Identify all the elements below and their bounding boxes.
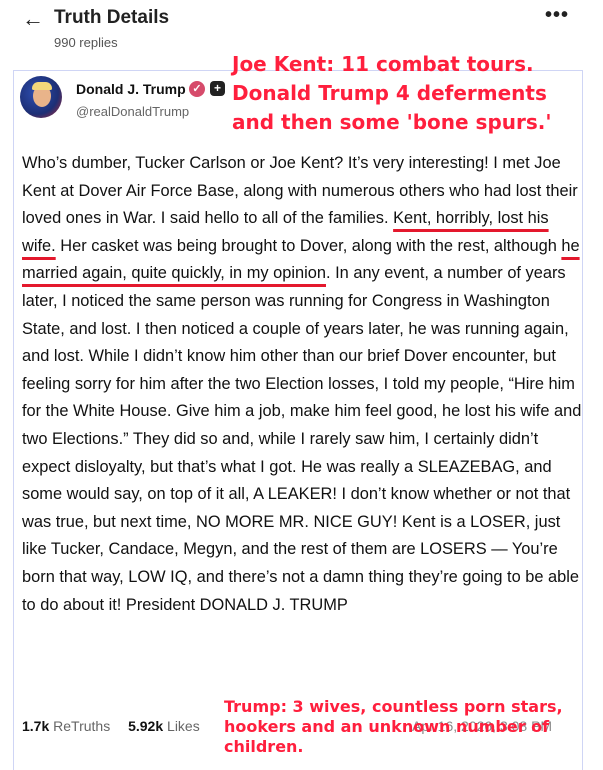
plus-badge-icon: +: [210, 81, 225, 96]
author-name[interactable]: Donald J. Trump: [76, 81, 186, 97]
annotation-bottom: Trump: 3 wives, countless porn stars, ho…: [224, 697, 563, 756]
annotation-line: Joe Kent: 11 combat tours.: [232, 52, 534, 76]
likes-label[interactable]: Likes: [167, 718, 200, 734]
back-arrow-icon[interactable]: ←: [22, 6, 44, 32]
annotation-line: and then some 'bone spurs.': [232, 110, 552, 134]
avatar-hair: [32, 82, 52, 90]
more-options-icon[interactable]: •••: [545, 4, 569, 27]
retruths-label[interactable]: ReTruths: [53, 718, 110, 734]
annotation-line: Donald Trump 4 deferments: [232, 81, 547, 105]
avatar[interactable]: [20, 76, 62, 118]
replies-count: 990 replies: [54, 35, 118, 50]
author-handle[interactable]: @realDonaldTrump: [76, 104, 189, 119]
likes-count[interactable]: 5.92k: [128, 718, 163, 734]
retruths-count[interactable]: 1.7k: [22, 718, 49, 734]
annotation-top: Joe Kent: 11 combat tours. Donald Trump …: [232, 50, 551, 137]
verified-badge-icon: ✓: [189, 81, 205, 97]
post-body: Who’s dumber, Tucker Carlson or Joe Kent…: [22, 150, 582, 619]
post-text-segment: Her casket was being brought to Dover, a…: [55, 236, 562, 255]
post-stats: 1.7k ReTruths 5.92k Likes: [22, 718, 200, 734]
page-title: Truth Details: [54, 7, 170, 28]
post-text-segment: . In any event, a number of years later,…: [22, 264, 582, 614]
